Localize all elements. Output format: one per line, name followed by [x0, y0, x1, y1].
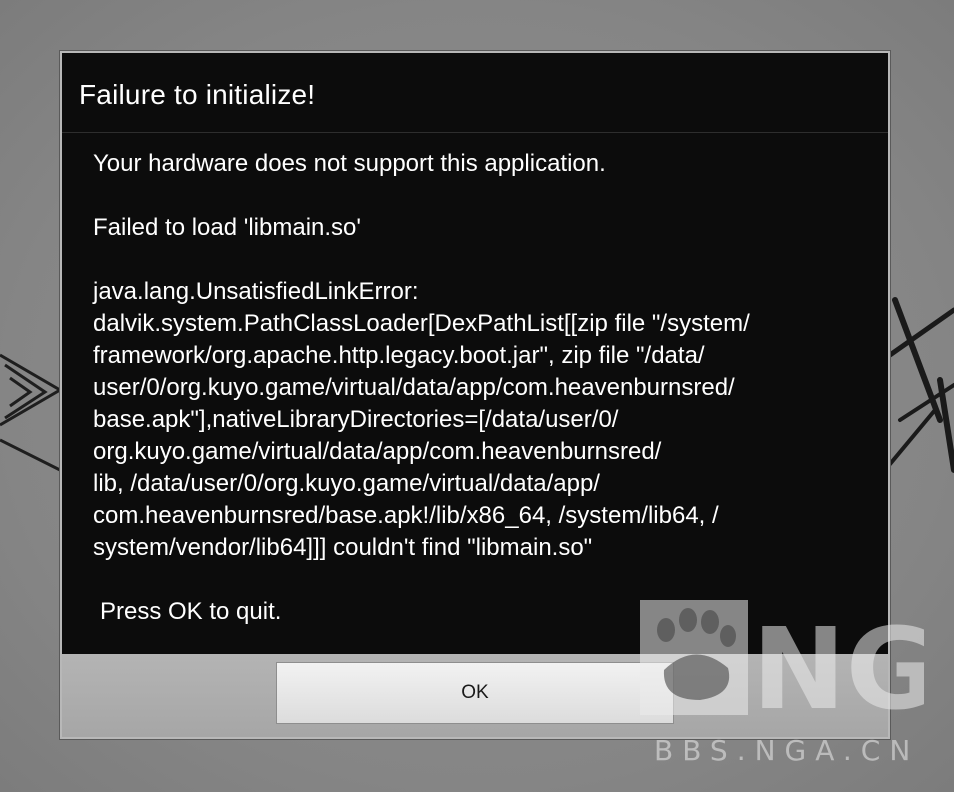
dialog-button-bar: OK: [62, 654, 888, 737]
dialog-message: Your hardware does not support this appl…: [93, 148, 873, 628]
message-line: lib, /data/user/0/org.kuyo.game/virtual/…: [93, 470, 600, 497]
message-spacer: [93, 244, 873, 276]
ok-button[interactable]: OK: [276, 662, 674, 724]
left-emblem-art: [0, 353, 63, 472]
message-line: system/vendor/lib64]]] couldn't find "li…: [93, 534, 593, 561]
error-dialog: Failure to initialize! Your hardware doe…: [60, 51, 890, 739]
message-line: java.lang.UnsatisfiedLinkError:: [93, 278, 419, 305]
dialog-title: Failure to initialize!: [79, 79, 316, 110]
message-line: framework/org.apache.http.legacy.boot.ja…: [93, 342, 705, 369]
message-line: Press OK to quit.: [100, 598, 282, 625]
message-line: Failed to load 'libmain.so': [93, 214, 361, 241]
message-line: base.apk"],nativeLibraryDirectories=[/da…: [93, 406, 619, 433]
message-line: com.heavenburnsred/base.apk!/lib/x86_64,…: [93, 502, 719, 529]
message-line: dalvik.system.PathClassLoader[DexPathLis…: [93, 310, 750, 337]
message-spacer: [93, 564, 873, 596]
message-line: user/0/org.kuyo.game/virtual/data/app/co…: [93, 374, 735, 401]
message-line: Your hardware does not support this appl…: [93, 150, 606, 177]
dialog-header: Failure to initialize!: [62, 53, 888, 133]
message-spacer: [93, 180, 873, 212]
message-line: org.kuyo.game/virtual/data/app/com.heave…: [93, 438, 662, 465]
